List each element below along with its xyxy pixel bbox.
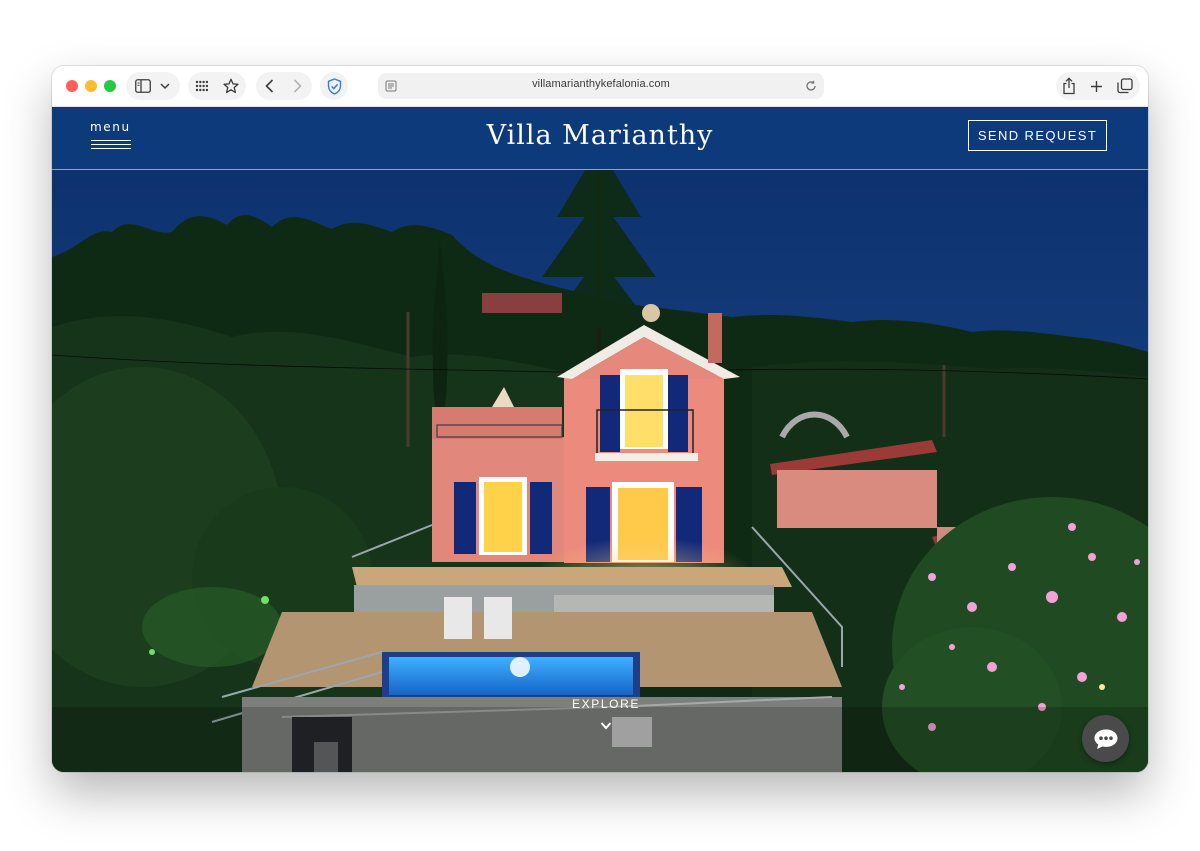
hero-villa-photo [52,107,1148,772]
share-icon[interactable] [1060,76,1078,96]
browser-window: villamarianthykefalonia.com menu Villa M… [52,66,1148,772]
address-bar[interactable]: villamarianthykefalonia.com [378,73,824,99]
minimize-window-button[interactable] [85,80,97,92]
send-request-button[interactable]: SEND REQUEST [968,120,1107,151]
chat-bubble-icon [1094,729,1117,749]
chevron-down-icon[interactable] [159,80,171,92]
website-viewport: menu Villa Marianthy SEND REQUEST EXPLOR… [52,107,1148,772]
zoom-window-button[interactable] [104,80,116,92]
close-window-button[interactable] [66,80,78,92]
tabs-icon[interactable] [1116,77,1134,95]
shield-icon[interactable] [325,77,343,95]
browser-toolbar: villamarianthykefalonia.com [52,66,1148,107]
chevron-right-icon[interactable] [290,78,304,94]
explore-link[interactable]: EXPLORE [552,697,660,711]
chat-button[interactable] [1082,715,1129,762]
grid-icon[interactable] [194,78,210,94]
sidebar-icon[interactable] [134,78,152,94]
site-header: menu Villa Marianthy SEND REQUEST [52,107,1148,170]
chevron-left-icon[interactable] [262,78,276,94]
star-icon[interactable] [222,77,240,95]
url-text: villamarianthykefalonia.com [532,78,670,90]
reload-icon[interactable] [804,79,818,93]
plus-icon[interactable] [1088,78,1104,94]
chevron-down-icon[interactable] [600,721,612,731]
